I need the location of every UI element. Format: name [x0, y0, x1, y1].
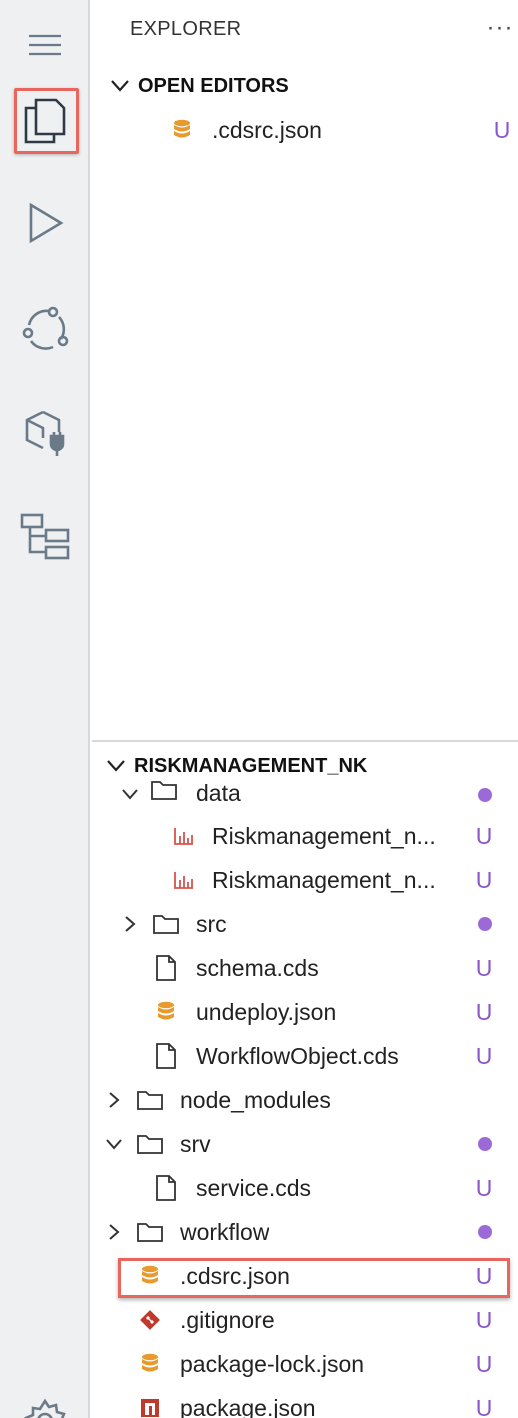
folder-name: src — [196, 910, 227, 937]
status-badge: U — [475, 998, 493, 1025]
folder-icon — [150, 776, 178, 804]
cube-plug-icon — [25, 410, 65, 456]
tree-item-workflow[interactable]: workflow — [92, 1210, 518, 1254]
activity-bar — [0, 0, 90, 1418]
file-icon — [152, 1042, 180, 1070]
status-badge: U — [475, 1350, 493, 1377]
chevron-down-icon — [120, 784, 140, 804]
status-badge: U — [493, 116, 511, 143]
status-badge: U — [475, 1042, 493, 1069]
tree-item-csv-1[interactable]: Riskmanagement_n... U — [92, 814, 518, 858]
tree-item-schema[interactable]: schema.cds U — [92, 946, 518, 990]
tree-item-workflowobject[interactable]: WorkflowObject.cds U — [92, 1034, 518, 1078]
status-badge: U — [475, 1394, 493, 1418]
folder-name: srv — [180, 1130, 211, 1157]
tree-item-src[interactable]: src — [92, 902, 518, 946]
file-name: package.json — [180, 1394, 316, 1418]
status-badge: U — [475, 822, 493, 849]
status-badge: U — [475, 954, 493, 981]
chevron-down-icon — [104, 1134, 124, 1154]
folder-name: node_modules — [180, 1086, 331, 1113]
folder-icon — [136, 1130, 164, 1158]
chevron-down-icon — [92, 79, 138, 93]
settings-button[interactable] — [0, 1376, 90, 1418]
file-name: .cdsrc.json — [212, 116, 322, 143]
tree-item-csv-2[interactable]: Riskmanagement_n... U — [92, 858, 518, 902]
file-name: .gitignore — [180, 1306, 275, 1333]
status-badge: U — [475, 866, 493, 893]
open-editor-item[interactable]: .cdsrc.json U — [92, 108, 518, 152]
status-dot — [478, 917, 492, 931]
file-name: undeploy.json — [196, 998, 337, 1025]
status-dot — [478, 1137, 492, 1151]
play-icon — [29, 202, 64, 244]
hamburger-menu-icon — [29, 34, 61, 56]
tree-item-service[interactable]: service.cds U — [92, 1166, 518, 1210]
tree-item-gitignore[interactable]: .gitignore U — [92, 1298, 518, 1342]
database-icon — [152, 998, 180, 1026]
npm-icon — [136, 1394, 164, 1418]
tree-item-srv[interactable]: srv — [92, 1122, 518, 1166]
file-name: Riskmanagement_n... — [212, 866, 436, 893]
tree-item-package-lock[interactable]: package-lock.json U — [92, 1342, 518, 1386]
file-name: WorkflowObject.cds — [196, 1042, 399, 1069]
chevron-right-icon — [120, 914, 140, 934]
file-icon — [152, 1174, 180, 1202]
chevron-right-icon — [104, 1222, 124, 1242]
cdsrc-highlight-box — [118, 1258, 510, 1298]
chevron-right-icon — [104, 1090, 124, 1110]
folder-icon — [136, 1218, 164, 1246]
tree-item-data[interactable]: data — [92, 772, 518, 812]
chart-icon — [170, 866, 198, 894]
file-name: service.cds — [196, 1174, 312, 1201]
source-control-icon — [22, 306, 69, 350]
status-badge: U — [475, 1306, 493, 1333]
outline-button[interactable] — [0, 492, 90, 582]
open-editors-label: OPEN EDITORS — [138, 74, 289, 97]
run-debug-button[interactable] — [0, 178, 90, 268]
source-control-button[interactable] — [0, 284, 90, 374]
more-actions-icon[interactable]: ··· — [486, 14, 514, 42]
tree-item-node-modules[interactable]: node_modules — [92, 1078, 518, 1122]
chevron-down-icon — [92, 759, 134, 773]
sidebar-title: EXPLORER — [130, 18, 242, 40]
section-divider — [92, 740, 518, 742]
folder-icon — [152, 910, 180, 938]
tree-item-undeploy[interactable]: undeploy.json U — [92, 990, 518, 1034]
folder-name: workflow — [180, 1218, 270, 1245]
folder-name: data — [196, 780, 241, 806]
tree-structure-icon — [20, 513, 70, 560]
extensions-button[interactable] — [0, 388, 90, 478]
gear-icon — [24, 1398, 66, 1418]
database-icon — [168, 116, 196, 144]
explorer-sidebar: EXPLORER ··· OPEN EDITORS .cdsrc.json U … — [92, 0, 518, 1418]
file-name: package-lock.json — [180, 1350, 365, 1377]
explorer-highlight-box — [14, 88, 79, 154]
open-editors-header[interactable]: OPEN EDITORS — [92, 66, 518, 106]
tree-item-package[interactable]: package.json U — [92, 1386, 518, 1418]
status-badge: U — [475, 1174, 493, 1201]
file-icon — [152, 954, 180, 982]
folder-icon — [136, 1086, 164, 1114]
file-name: schema.cds — [196, 954, 319, 981]
git-icon — [136, 1306, 164, 1334]
chart-icon — [170, 822, 198, 850]
status-dot — [478, 788, 492, 802]
file-name: Riskmanagement_n... — [212, 822, 436, 849]
database-icon — [136, 1350, 164, 1378]
status-dot — [478, 1225, 492, 1239]
